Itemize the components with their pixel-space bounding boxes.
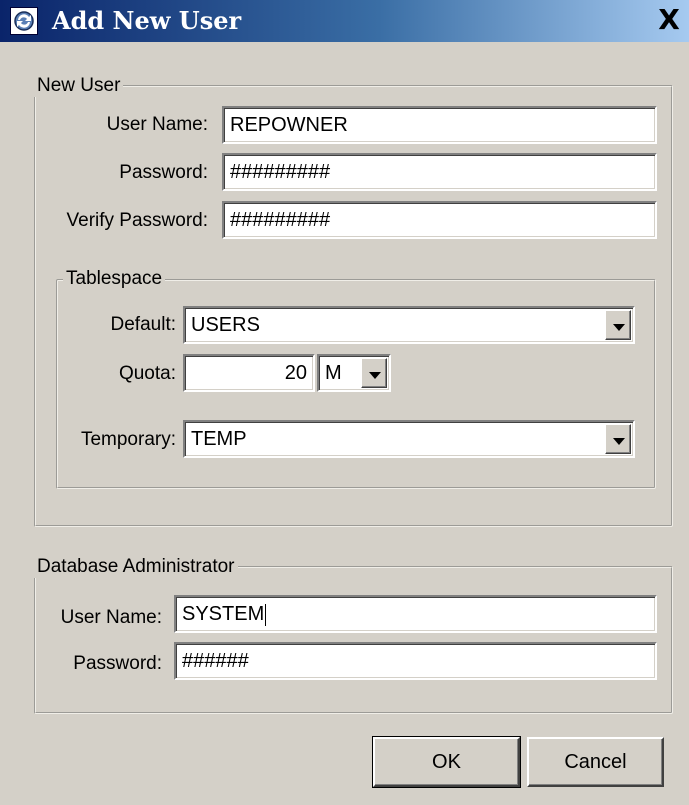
verify-password-input[interactable]: ######### [222, 201, 657, 239]
default-tablespace-select[interactable]: USERS [183, 306, 635, 344]
verify-password-label: Verify Password: [66, 210, 209, 231]
tablespace-group-label: Tablespace [63, 268, 166, 290]
user-name-input[interactable]: REPOWNER [222, 106, 657, 144]
temporary-tablespace-select[interactable]: TEMP [183, 420, 635, 458]
dba-password-label: Password: [73, 653, 162, 674]
ok-button[interactable]: OK [372, 736, 521, 788]
temporary-label: Temporary: [80, 429, 176, 450]
temporary-tablespace-value: TEMP [191, 428, 247, 450]
chevron-down-icon[interactable] [605, 424, 631, 454]
user-name-label: User Name: [106, 114, 208, 135]
chevron-down-icon[interactable] [605, 310, 631, 340]
password-label: Password: [119, 162, 208, 183]
app-icon [10, 7, 38, 35]
quota-label: Quota: [118, 363, 176, 384]
dba-group-label: Database Administrator [34, 556, 238, 578]
default-label: Default: [110, 314, 176, 335]
cancel-button[interactable]: Cancel [527, 737, 664, 787]
dba-user-name-label: User Name: [60, 607, 162, 628]
dba-user-name-value: SYSTEM [182, 603, 265, 625]
new-user-group-label: New User [34, 75, 124, 97]
chevron-down-icon[interactable] [361, 358, 387, 388]
window-title: Add New User [52, 6, 242, 35]
quota-input[interactable]: 20 [183, 354, 315, 392]
default-tablespace-value: USERS [191, 314, 260, 336]
close-button[interactable]: X [652, 6, 686, 36]
dba-user-name-input[interactable]: SYSTEM [174, 595, 657, 633]
password-input[interactable]: ######### [222, 153, 657, 191]
dba-group [34, 566, 673, 714]
dba-password-input[interactable]: ###### [174, 642, 657, 680]
quota-unit-select[interactable]: M [317, 354, 391, 392]
quota-unit-value: M [325, 362, 342, 384]
close-icon: X [658, 3, 680, 36]
text-cursor [265, 603, 267, 626]
